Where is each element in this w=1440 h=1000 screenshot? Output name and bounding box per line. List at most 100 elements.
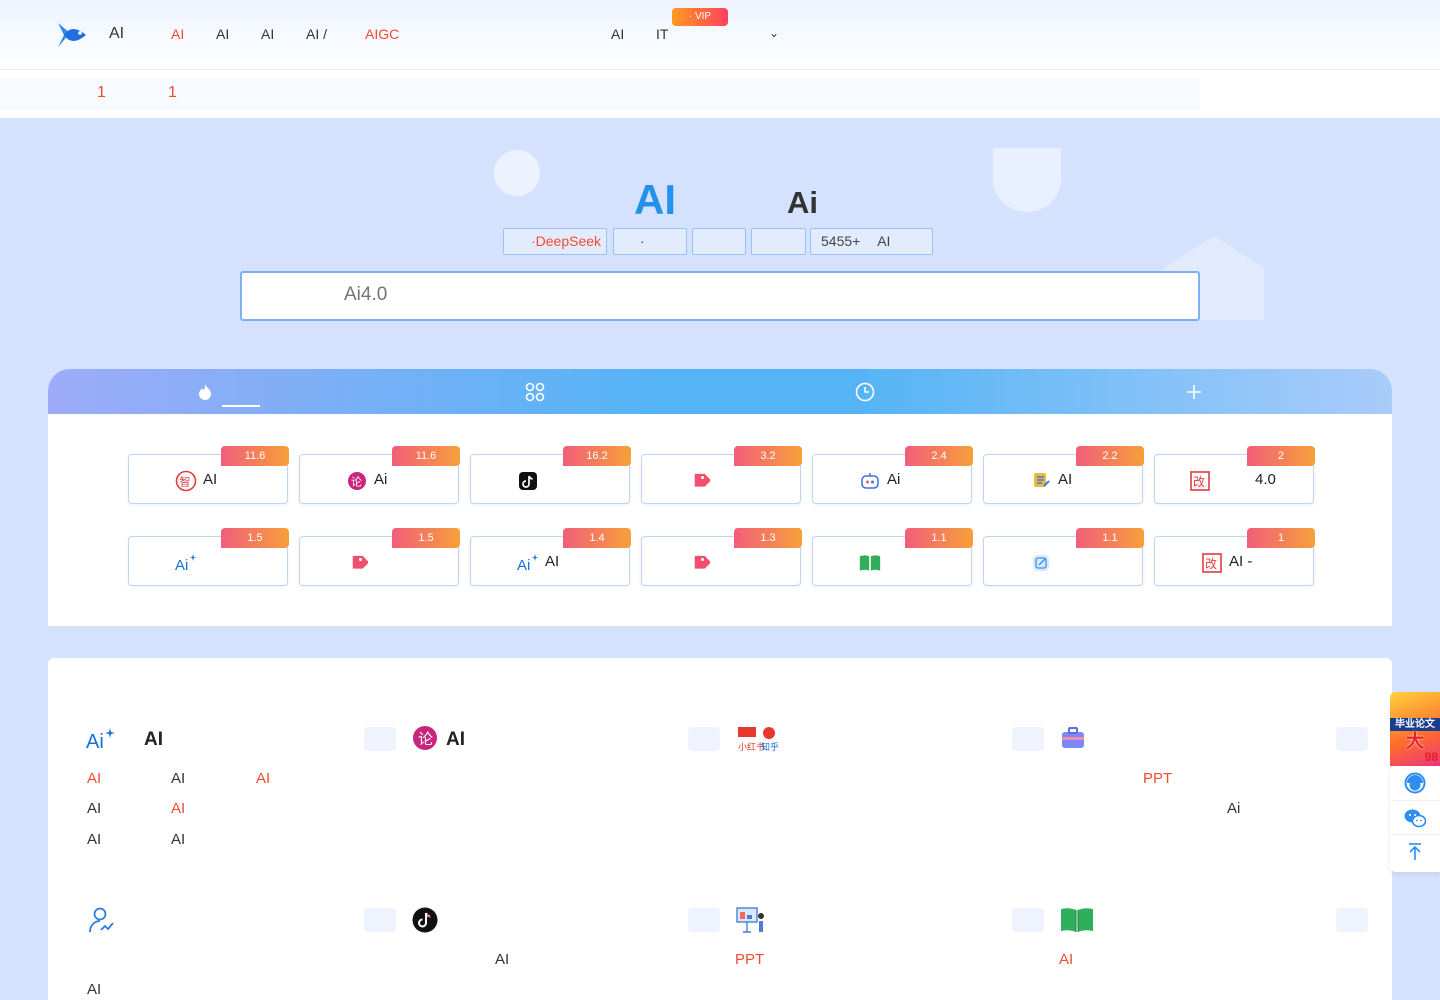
category-more-button[interactable]: [364, 727, 396, 751]
logo-fish-icon[interactable]: [56, 19, 88, 51]
hot-count-badge: 11.6: [221, 446, 289, 466]
notice-bar: [0, 78, 1200, 110]
robot-icon: [859, 470, 881, 492]
gai-icon: 改: [1189, 470, 1211, 492]
nav-item-2[interactable]: AI: [216, 26, 229, 42]
search-input[interactable]: [344, 273, 1244, 317]
hero-tag-count[interactable]: 5455+ AI: [810, 228, 933, 255]
category-link[interactable]: AI: [171, 800, 185, 817]
douyin-icon: [517, 470, 539, 492]
category-link[interactable]: AI: [171, 770, 185, 787]
category-link[interactable]: Ai: [1227, 800, 1240, 817]
nav-item-4[interactable]: AI /: [306, 26, 327, 42]
svg-text:改: 改: [1205, 557, 1217, 571]
category-link[interactable]: AI: [1059, 951, 1073, 968]
category-link[interactable]: AI: [256, 770, 270, 787]
notice-item-1[interactable]: 1: [97, 84, 106, 102]
hot-tool-card[interactable]: 1.4 Ai AI: [470, 528, 631, 586]
category-more-button[interactable]: [1336, 908, 1368, 932]
hot-count-badge: 11.6: [392, 446, 460, 466]
tab-recent[interactable]: [845, 369, 885, 414]
hot-tool-label: AI: [545, 553, 560, 570]
customer-service-button[interactable]: [1390, 766, 1440, 800]
hero-tag-3[interactable]: [692, 228, 746, 255]
hot-count-badge: 16.2: [563, 446, 631, 466]
promo-banner[interactable]: 毕业论文 大 98: [1390, 692, 1440, 766]
category-link[interactable]: AI: [87, 981, 101, 998]
nav-item-6[interactable]: AI: [611, 26, 624, 42]
hot-tool-card[interactable]: 2.4 Ai: [812, 446, 973, 504]
book-icon: [859, 552, 881, 574]
category-more-button[interactable]: [688, 908, 720, 932]
hot-tool-card[interactable]: 11.6 智 AI: [128, 446, 289, 504]
category-link[interactable]: AI: [87, 800, 101, 817]
top-header: AI AI AI AI AI / AIGC AI IT · VIP ⌄: [0, 0, 1440, 70]
category-link[interactable]: PPT: [735, 951, 764, 968]
hot-tool-card[interactable]: 1.1: [812, 528, 973, 586]
douyin-icon: [412, 907, 438, 933]
hero-title-ai-2: Ai: [787, 185, 818, 220]
hot-tool-card[interactable]: 1 改 AI -: [1154, 528, 1315, 586]
promo-line-1: 毕业论文: [1390, 718, 1440, 731]
svg-text:论: 论: [351, 475, 362, 489]
hero-tag-2[interactable]: ·: [613, 228, 687, 255]
svg-text:改: 改: [1193, 475, 1205, 489]
tag-icon: [346, 552, 370, 574]
hero-tag-label-2: AI: [877, 233, 891, 249]
customer-service-icon: [1404, 772, 1426, 794]
brand-name[interactable]: AI: [109, 25, 124, 43]
nav-item-1[interactable]: AI: [171, 26, 184, 42]
edit-icon: [1030, 552, 1052, 574]
ai-sparkle-icon: Ai: [517, 552, 539, 574]
hero-tag-label: 5455+: [821, 233, 861, 249]
hot-tool-card[interactable]: 1.5: [299, 528, 460, 586]
category-link[interactable]: AI: [495, 951, 509, 968]
svg-text:论: 论: [418, 730, 433, 748]
nav-item-3[interactable]: AI: [261, 26, 274, 42]
hot-tool-label: Ai: [887, 471, 901, 488]
category-more-button[interactable]: [688, 727, 720, 751]
category-more-button[interactable]: [1336, 727, 1368, 751]
vip-badge[interactable]: · VIP: [672, 8, 728, 26]
hero-tag-label: ·: [640, 233, 645, 249]
category-more-button[interactable]: [1012, 727, 1044, 751]
category-link[interactable]: AI: [87, 831, 101, 848]
category-more-button[interactable]: [364, 908, 396, 932]
hot-tool-card[interactable]: 1.5 Ai: [128, 528, 289, 586]
svg-text:Ai: Ai: [86, 731, 104, 753]
tab-categories[interactable]: [515, 369, 555, 414]
ai-sparkle-icon: Ai: [86, 728, 115, 753]
hot-tool-card[interactable]: 1.3: [641, 528, 802, 586]
category-more-button[interactable]: [1012, 908, 1044, 932]
hot-tool-label: AI -: [1229, 553, 1253, 570]
hot-tool-card[interactable]: 1.1: [983, 528, 1144, 586]
back-to-top-button[interactable]: [1390, 834, 1440, 868]
svg-text:智: 智: [180, 475, 191, 489]
hot-tool-label: AI: [203, 471, 218, 488]
tab-add[interactable]: [1174, 369, 1214, 414]
category-link[interactable]: PPT: [1143, 770, 1172, 787]
category-title-lun[interactable]: AI: [446, 729, 465, 751]
nav-item-it[interactable]: IT: [656, 26, 668, 42]
category-link[interactable]: AI: [87, 770, 101, 787]
hot-tool-label: Ai: [374, 471, 388, 488]
hero-tag-deepseek[interactable]: ·DeepSeek: [503, 228, 607, 255]
category-title-ai[interactable]: AI: [144, 729, 163, 751]
hot-tool-card[interactable]: 2.2 AI: [983, 446, 1144, 504]
wechat-button[interactable]: [1390, 800, 1440, 834]
back-to-top-icon: [1409, 842, 1421, 860]
notice-item-2[interactable]: 1: [168, 84, 177, 102]
hot-tool-card[interactable]: 2 改 4.0: [1154, 446, 1315, 504]
hot-tool-card[interactable]: 11.6 论 Ai: [299, 446, 460, 504]
promo-line-3: 98: [1424, 750, 1438, 764]
chevron-down-icon[interactable]: ⌄: [769, 26, 779, 40]
decor-circle: [494, 150, 540, 196]
tab-hot[interactable]: [185, 369, 225, 414]
hot-tool-card[interactable]: 16.2: [470, 446, 631, 504]
promo-line-2: 大: [1406, 731, 1424, 751]
hot-tool-card[interactable]: 3.2: [641, 446, 802, 504]
nav-item-aigc[interactable]: AIGC: [365, 26, 399, 42]
hero-title-ai: AI: [634, 176, 676, 223]
hero-tag-4[interactable]: [751, 228, 806, 255]
category-link[interactable]: AI: [171, 831, 185, 848]
